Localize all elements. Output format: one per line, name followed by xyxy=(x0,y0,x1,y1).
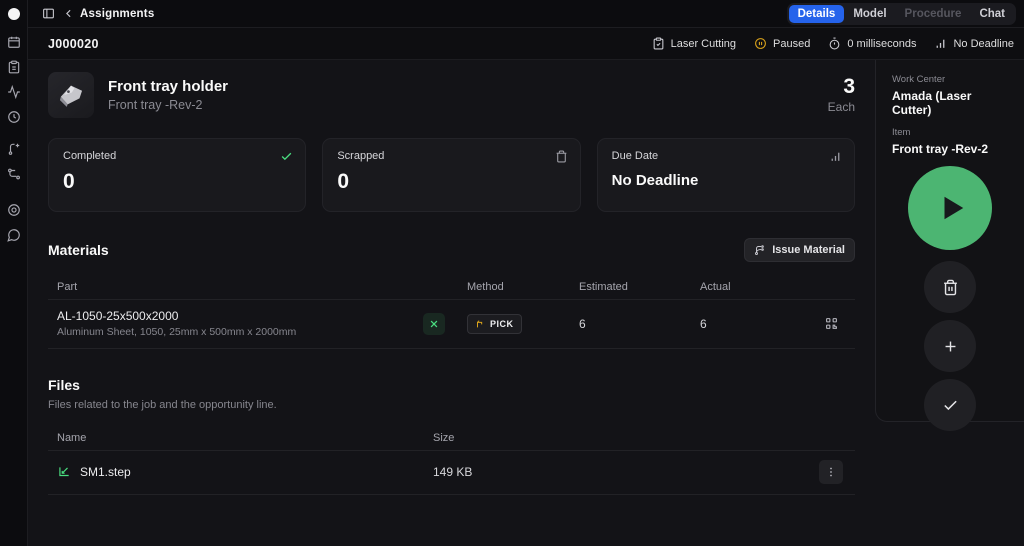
deadline-badge: No Deadline xyxy=(934,37,1014,50)
target-icon[interactable] xyxy=(2,198,26,222)
part-subtitle: Front tray -Rev-2 xyxy=(108,98,228,112)
materials-heading: Materials xyxy=(48,242,109,258)
completed-label: Completed xyxy=(63,150,291,162)
completed-card: Completed 0 xyxy=(48,138,306,212)
files-table-header: Name Size xyxy=(48,425,855,451)
tab-procedure[interactable]: Procedure xyxy=(896,5,971,23)
files-description: Files related to the job and the opportu… xyxy=(48,399,855,411)
icon-rail xyxy=(0,0,28,546)
main-content: Front tray holder Front tray -Rev-2 3 Ea… xyxy=(28,60,875,546)
paused-badge: Paused xyxy=(754,37,810,50)
pause-circle-icon xyxy=(754,37,767,50)
qr-code-icon[interactable] xyxy=(819,312,843,336)
quantity-unit: Each xyxy=(828,100,855,114)
process-badge: Laser Cutting xyxy=(652,37,736,50)
stat-cards: Completed 0 Scrapped 0 Due Date No Deadl… xyxy=(48,138,855,212)
material-estimated: 6 xyxy=(570,317,691,331)
duration-badge-label: 0 milliseconds xyxy=(847,38,916,50)
breadcrumb: Assignments xyxy=(80,8,154,20)
due-date-label: Due Date xyxy=(612,150,840,162)
panel-toggle-icon[interactable] xyxy=(38,4,58,24)
split-icon xyxy=(754,244,766,256)
method-badge: PICK xyxy=(467,314,522,334)
tab-details[interactable]: Details xyxy=(789,5,845,23)
work-center-label: Work Center xyxy=(892,74,1008,85)
col-actual: Actual xyxy=(691,281,819,293)
product-header: Front tray holder Front tray -Rev-2 3 Ea… xyxy=(48,72,855,118)
check-icon[interactable] xyxy=(280,150,293,163)
bar-chart-icon xyxy=(829,150,842,163)
chat-bubble-icon[interactable] xyxy=(2,223,26,247)
calendar-icon[interactable] xyxy=(2,30,26,54)
start-button[interactable] xyxy=(908,166,992,250)
timer-icon xyxy=(828,37,841,50)
col-estimated: Estimated xyxy=(570,281,691,293)
file-row[interactable]: SM1.step 149 KB xyxy=(48,451,855,495)
material-part-name: AL-1050-25x500x2000 xyxy=(57,309,414,323)
duration-badge: 0 milliseconds xyxy=(828,37,916,50)
materials-table: Part Method Estimated Actual AL-1050-25x… xyxy=(48,274,855,349)
paused-badge-label: Paused xyxy=(773,38,810,50)
files-heading: Files xyxy=(48,377,80,393)
materials-table-header: Part Method Estimated Actual xyxy=(48,274,855,300)
tab-group: Details Model Procedure Chat xyxy=(787,3,1016,25)
workflow-icon[interactable] xyxy=(2,162,26,186)
job-number: J000020 xyxy=(48,37,99,51)
clipboard-icon[interactable] xyxy=(2,55,26,79)
back-chevron-icon[interactable] xyxy=(58,4,78,24)
part-title: Front tray holder xyxy=(108,78,228,95)
activity-icon[interactable] xyxy=(2,80,26,104)
scrapped-value: 0 xyxy=(337,170,565,194)
files-table: Name Size SM1.step 149 KB xyxy=(48,425,855,495)
materials-header: Materials Issue Material xyxy=(48,238,855,262)
route-add-icon[interactable] xyxy=(2,137,26,161)
file-size: 149 KB xyxy=(424,465,819,479)
scrapped-label: Scrapped xyxy=(337,150,565,162)
details-panel: Work Center Amada (Laser Cutter) Item Fr… xyxy=(875,60,1024,422)
trash-icon[interactable] xyxy=(555,150,568,163)
complete-button[interactable] xyxy=(924,379,976,431)
col-part: Part xyxy=(48,281,414,293)
clock-icon[interactable] xyxy=(2,105,26,129)
material-actual: 6 xyxy=(691,317,819,331)
file-name: SM1.step xyxy=(80,465,131,479)
scrapped-card: Scrapped 0 xyxy=(322,138,580,212)
files-header: Files xyxy=(48,377,855,393)
tab-model[interactable]: Model xyxy=(844,5,895,23)
col-size: Size xyxy=(424,432,819,444)
job-header-bar: J000020 Laser Cutting Paused 0 milliseco… xyxy=(28,28,1024,60)
action-buttons xyxy=(892,166,1008,431)
col-name: Name xyxy=(48,432,424,444)
process-badge-label: Laser Cutting xyxy=(671,38,736,50)
work-center-value: Amada (Laser Cutter) xyxy=(892,89,1008,117)
col-method: Method xyxy=(458,281,570,293)
due-date-card: Due Date No Deadline xyxy=(597,138,855,212)
delete-button[interactable] xyxy=(924,261,976,313)
quantity-value: 3 xyxy=(828,76,855,98)
pick-icon xyxy=(475,319,485,329)
method-badge-label: PICK xyxy=(490,319,514,329)
bar-chart-icon xyxy=(934,37,947,50)
sheet-material-icon xyxy=(423,313,445,335)
cad-file-icon xyxy=(57,465,71,479)
app-logo xyxy=(8,8,20,20)
status-badges: Laser Cutting Paused 0 milliseconds No D… xyxy=(652,37,1014,50)
item-label: Item xyxy=(892,127,1008,138)
top-nav: Assignments Details Model Procedure Chat xyxy=(28,0,1024,28)
issue-material-button[interactable]: Issue Material xyxy=(744,238,855,262)
deadline-badge-label: No Deadline xyxy=(953,38,1014,50)
due-date-value: No Deadline xyxy=(612,172,840,189)
add-button[interactable] xyxy=(924,320,976,372)
item-value: Front tray -Rev-2 xyxy=(892,142,1008,156)
clipboard-check-icon xyxy=(652,37,665,50)
file-menu-button[interactable] xyxy=(819,460,843,484)
completed-value: 0 xyxy=(63,170,291,194)
material-row[interactable]: AL-1050-25x500x2000 Aluminum Sheet, 1050… xyxy=(48,300,855,349)
part-thumbnail[interactable] xyxy=(48,72,94,118)
tab-chat[interactable]: Chat xyxy=(970,5,1014,23)
issue-material-label: Issue Material xyxy=(772,244,845,256)
material-part-description: Aluminum Sheet, 1050, 25mm x 500mm x 200… xyxy=(57,326,414,338)
